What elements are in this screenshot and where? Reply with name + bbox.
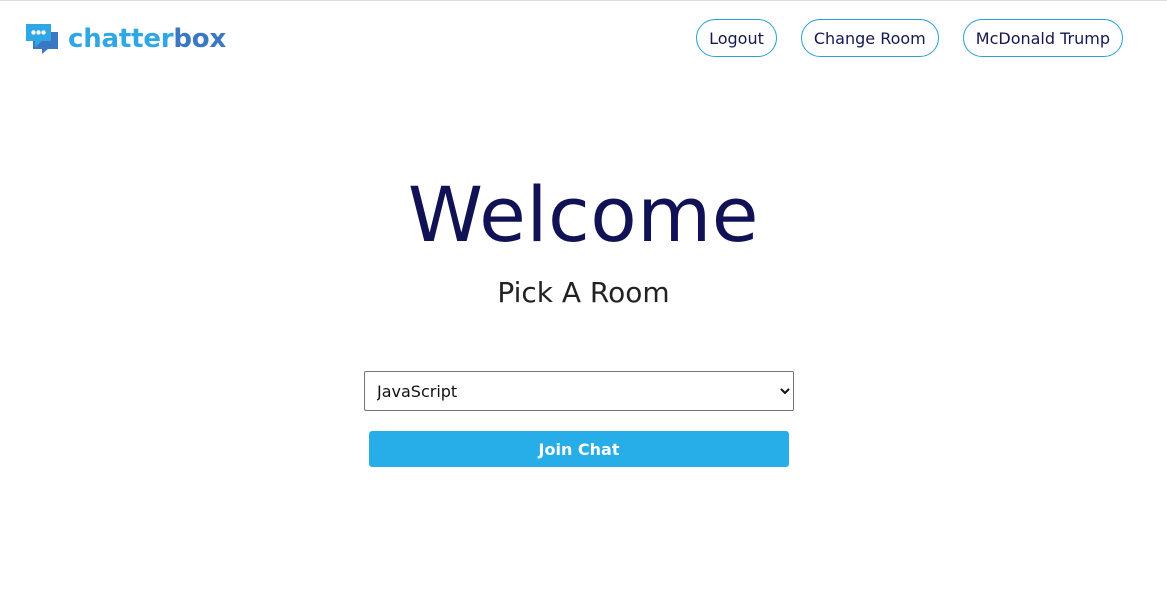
room-select[interactable]: JavaScript <box>364 371 794 411</box>
pick-room-subtitle: Pick A Room <box>497 276 670 309</box>
room-picker: Welcome Pick A Room JavaScript Join Chat <box>0 1 1167 606</box>
welcome-title: Welcome <box>407 170 760 259</box>
join-chat-button[interactable]: Join Chat <box>369 431 789 467</box>
